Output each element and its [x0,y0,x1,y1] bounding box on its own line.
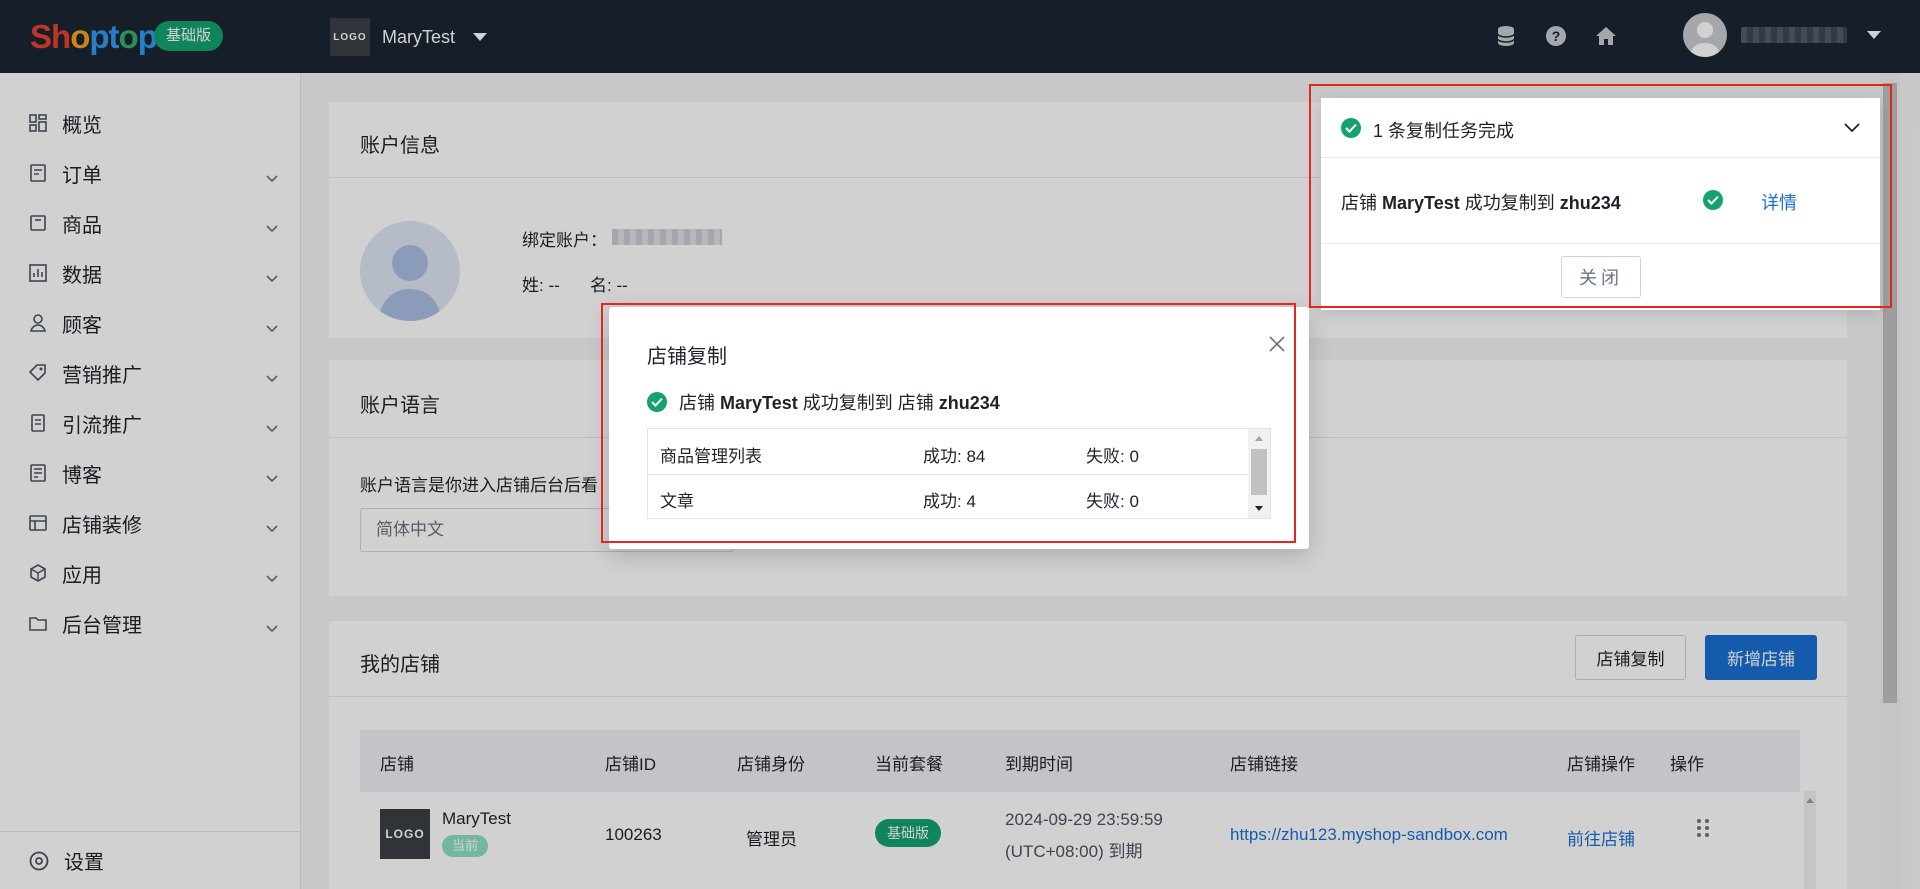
result-name: 商品管理列表 [660,447,762,466]
detail-link[interactable]: 详情 [1761,189,1797,215]
success-check-icon [1341,118,1361,138]
result-name: 文章 [660,492,694,511]
notification-message: 店铺 MaryTest 成功复制到 zhu234 [1341,193,1621,213]
dialog-title: 店铺复制 [647,346,727,368]
result-success: 成功: 84 [923,447,986,466]
table-scrollbar[interactable] [1248,429,1270,518]
result-fail: 失败: 0 [1086,492,1139,511]
result-success: 成功: 4 [923,492,976,511]
store-copy-dialog: 店铺复制 店铺 MaryTest 成功复制到 店铺 zhu234 商品管理列表 … [609,307,1309,549]
table-row: 文章 成功: 4 失败: 0 [648,474,1248,519]
close-button[interactable]: 关闭 [1561,256,1641,298]
copy-task-notification: 1 条复制任务完成 店铺 MaryTest 成功复制到 zhu234 详情 关闭 [1321,98,1880,310]
copy-result-table: 商品管理列表 成功: 84 失败: 0 文章 成功: 4 失败: 0 [647,428,1271,519]
table-row: 商品管理列表 成功: 84 失败: 0 [648,429,1248,475]
dialog-message: 店铺 MaryTest 成功复制到 店铺 zhu234 [647,389,1000,415]
success-check-icon [1703,190,1723,210]
result-fail: 失败: 0 [1086,447,1139,466]
notification-header[interactable]: 1 条复制任务完成 [1321,98,1880,158]
notification-title: 1 条复制任务完成 [1373,121,1515,141]
chevron-down-icon[interactable] [1844,120,1860,138]
success-check-icon [647,392,667,412]
close-icon[interactable] [1265,332,1289,356]
scrollbar-thumb[interactable] [1251,449,1267,495]
